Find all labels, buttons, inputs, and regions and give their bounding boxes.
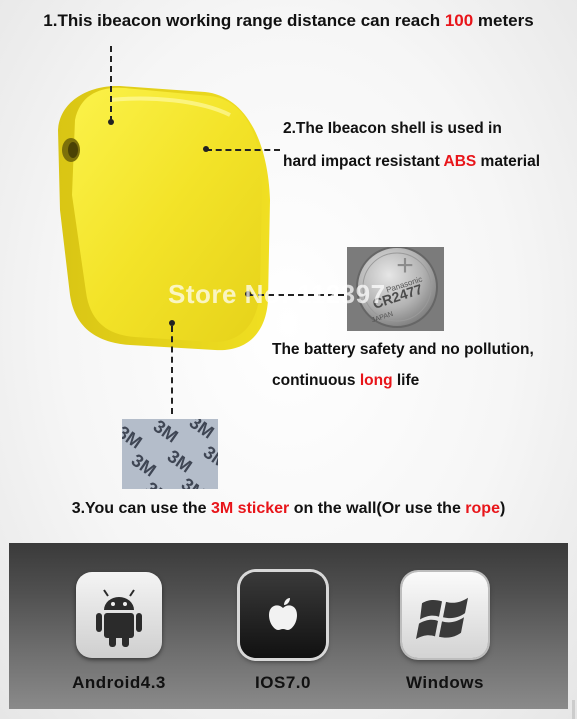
android-icon [76, 572, 162, 658]
android-label: Android4.3 [72, 673, 166, 692]
long-highlight: long [359, 372, 393, 389]
range-callout-line [110, 46, 112, 122]
product-infographic: 1.This ibeacon working range distance ca… [0, 0, 577, 719]
range-callout-dot [108, 119, 114, 125]
apple-icon [240, 572, 326, 658]
rope-highlight: rope [465, 500, 500, 517]
ios-label: IOS7.0 [255, 673, 311, 692]
sticker-note: 3.You can use the 3M sticker on the wall… [71, 500, 506, 517]
scrollbar[interactable] [572, 700, 575, 719]
shell-text-line2: hard impact resistant ABS material [283, 153, 541, 170]
shell-callout-line [206, 149, 280, 151]
shell-text-line1: 2.The Ibeacon shell is used in [283, 120, 502, 137]
windows-icon [402, 572, 488, 658]
sticker-callout-line [171, 326, 173, 414]
abs-highlight: ABS [443, 153, 477, 170]
store-watermark: Store No: 112397 [168, 279, 386, 309]
battery-text-line2: continuous long life [272, 372, 420, 389]
sticker-callout-dot [169, 320, 175, 326]
sticker-highlight: 3M sticker [211, 500, 290, 517]
battery-text-line1: The battery safety and no pollution, [272, 341, 534, 358]
windows-label: Windows [406, 673, 484, 692]
shell-callout-dot [203, 146, 209, 152]
sticker-photo: 3M 3M 3M 3M 3M 3M 3M 3M [122, 419, 218, 489]
